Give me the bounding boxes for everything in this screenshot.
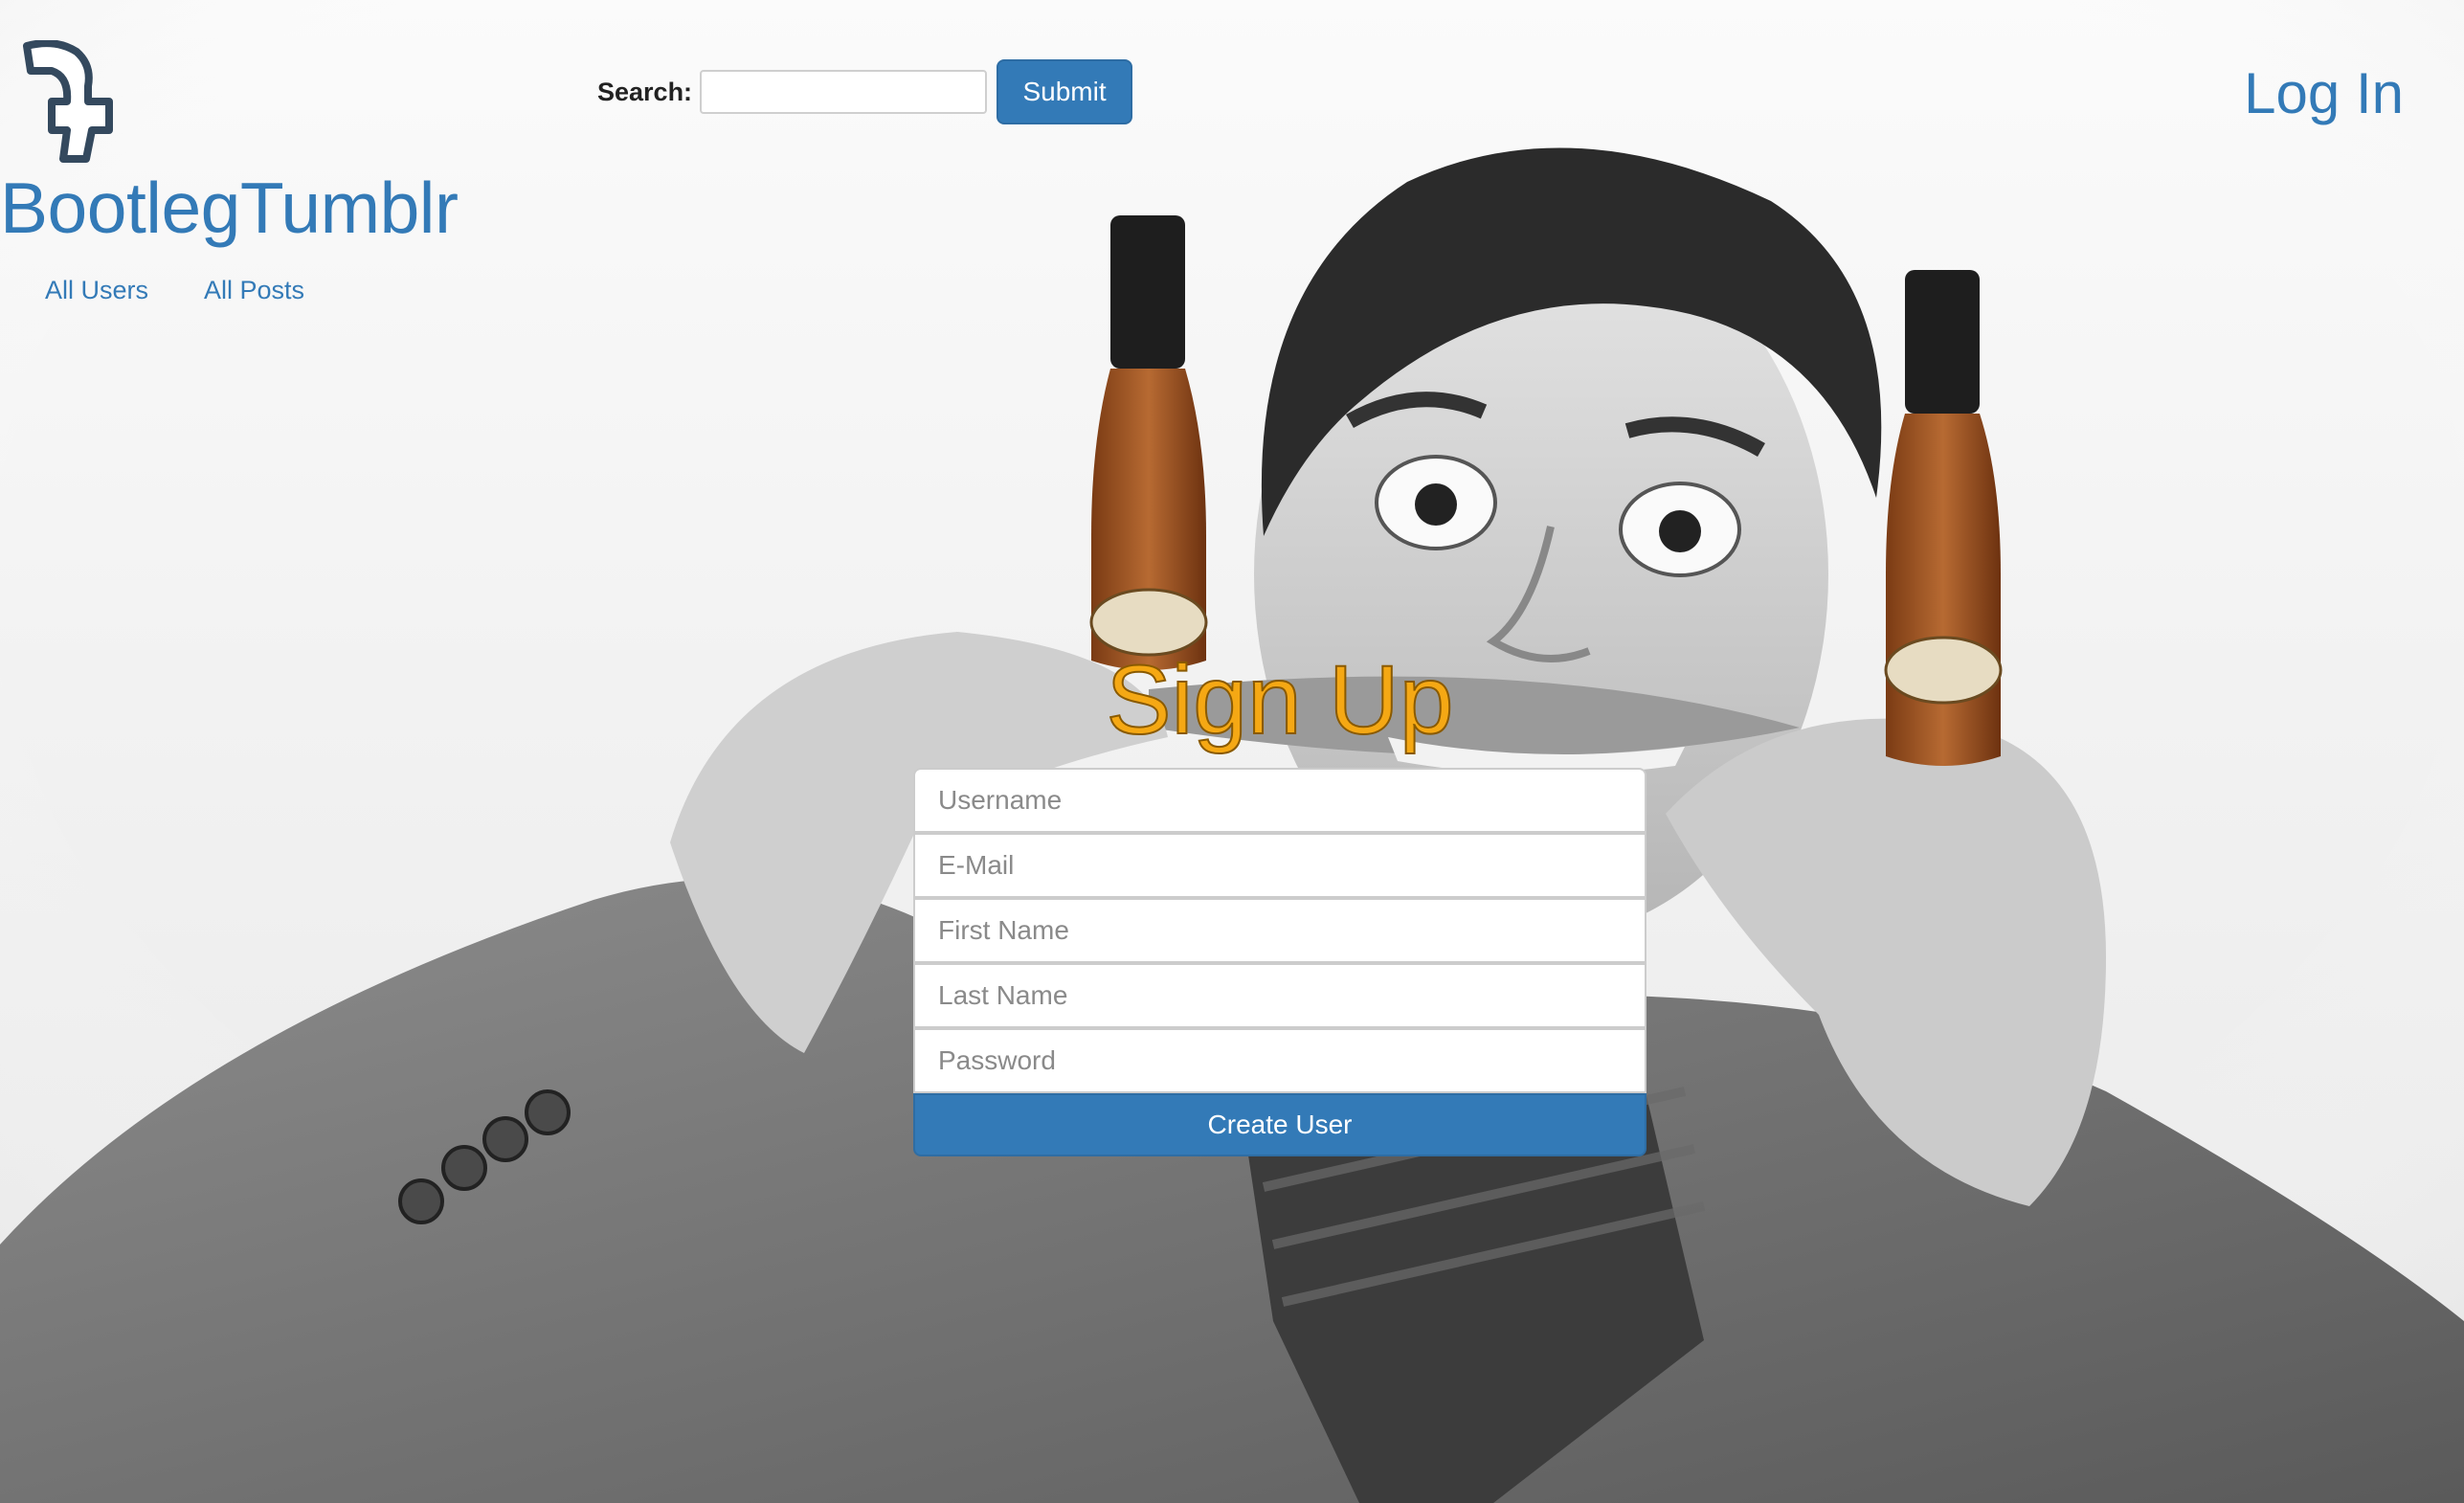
create-user-button[interactable]: Create User <box>913 1093 1646 1156</box>
search-input[interactable] <box>700 70 988 114</box>
tumblr-t-logo-icon[interactable] <box>17 40 117 167</box>
username-field[interactable] <box>913 768 1646 833</box>
email-field[interactable] <box>913 833 1646 898</box>
last-name-field[interactable] <box>913 963 1646 1028</box>
main-nav: All Users All Posts <box>45 276 304 305</box>
login-link[interactable]: Log In <box>2244 65 2404 123</box>
search-form: Search: Submit <box>597 59 1133 124</box>
signup-form: Create User <box>913 768 1646 1156</box>
brand-link[interactable]: BootlegTumblr <box>0 172 459 244</box>
nav-all-posts[interactable]: All Posts <box>204 276 304 305</box>
signup-title: Sign Up <box>1106 645 1455 754</box>
search-label: Search: <box>597 77 693 106</box>
search-submit-button[interactable]: Submit <box>997 59 1133 124</box>
nav-all-users[interactable]: All Users <box>45 276 148 305</box>
page: BootlegTumblr All Users All Posts Search… <box>0 0 2464 1503</box>
first-name-field[interactable] <box>913 898 1646 963</box>
password-field[interactable] <box>913 1028 1646 1093</box>
